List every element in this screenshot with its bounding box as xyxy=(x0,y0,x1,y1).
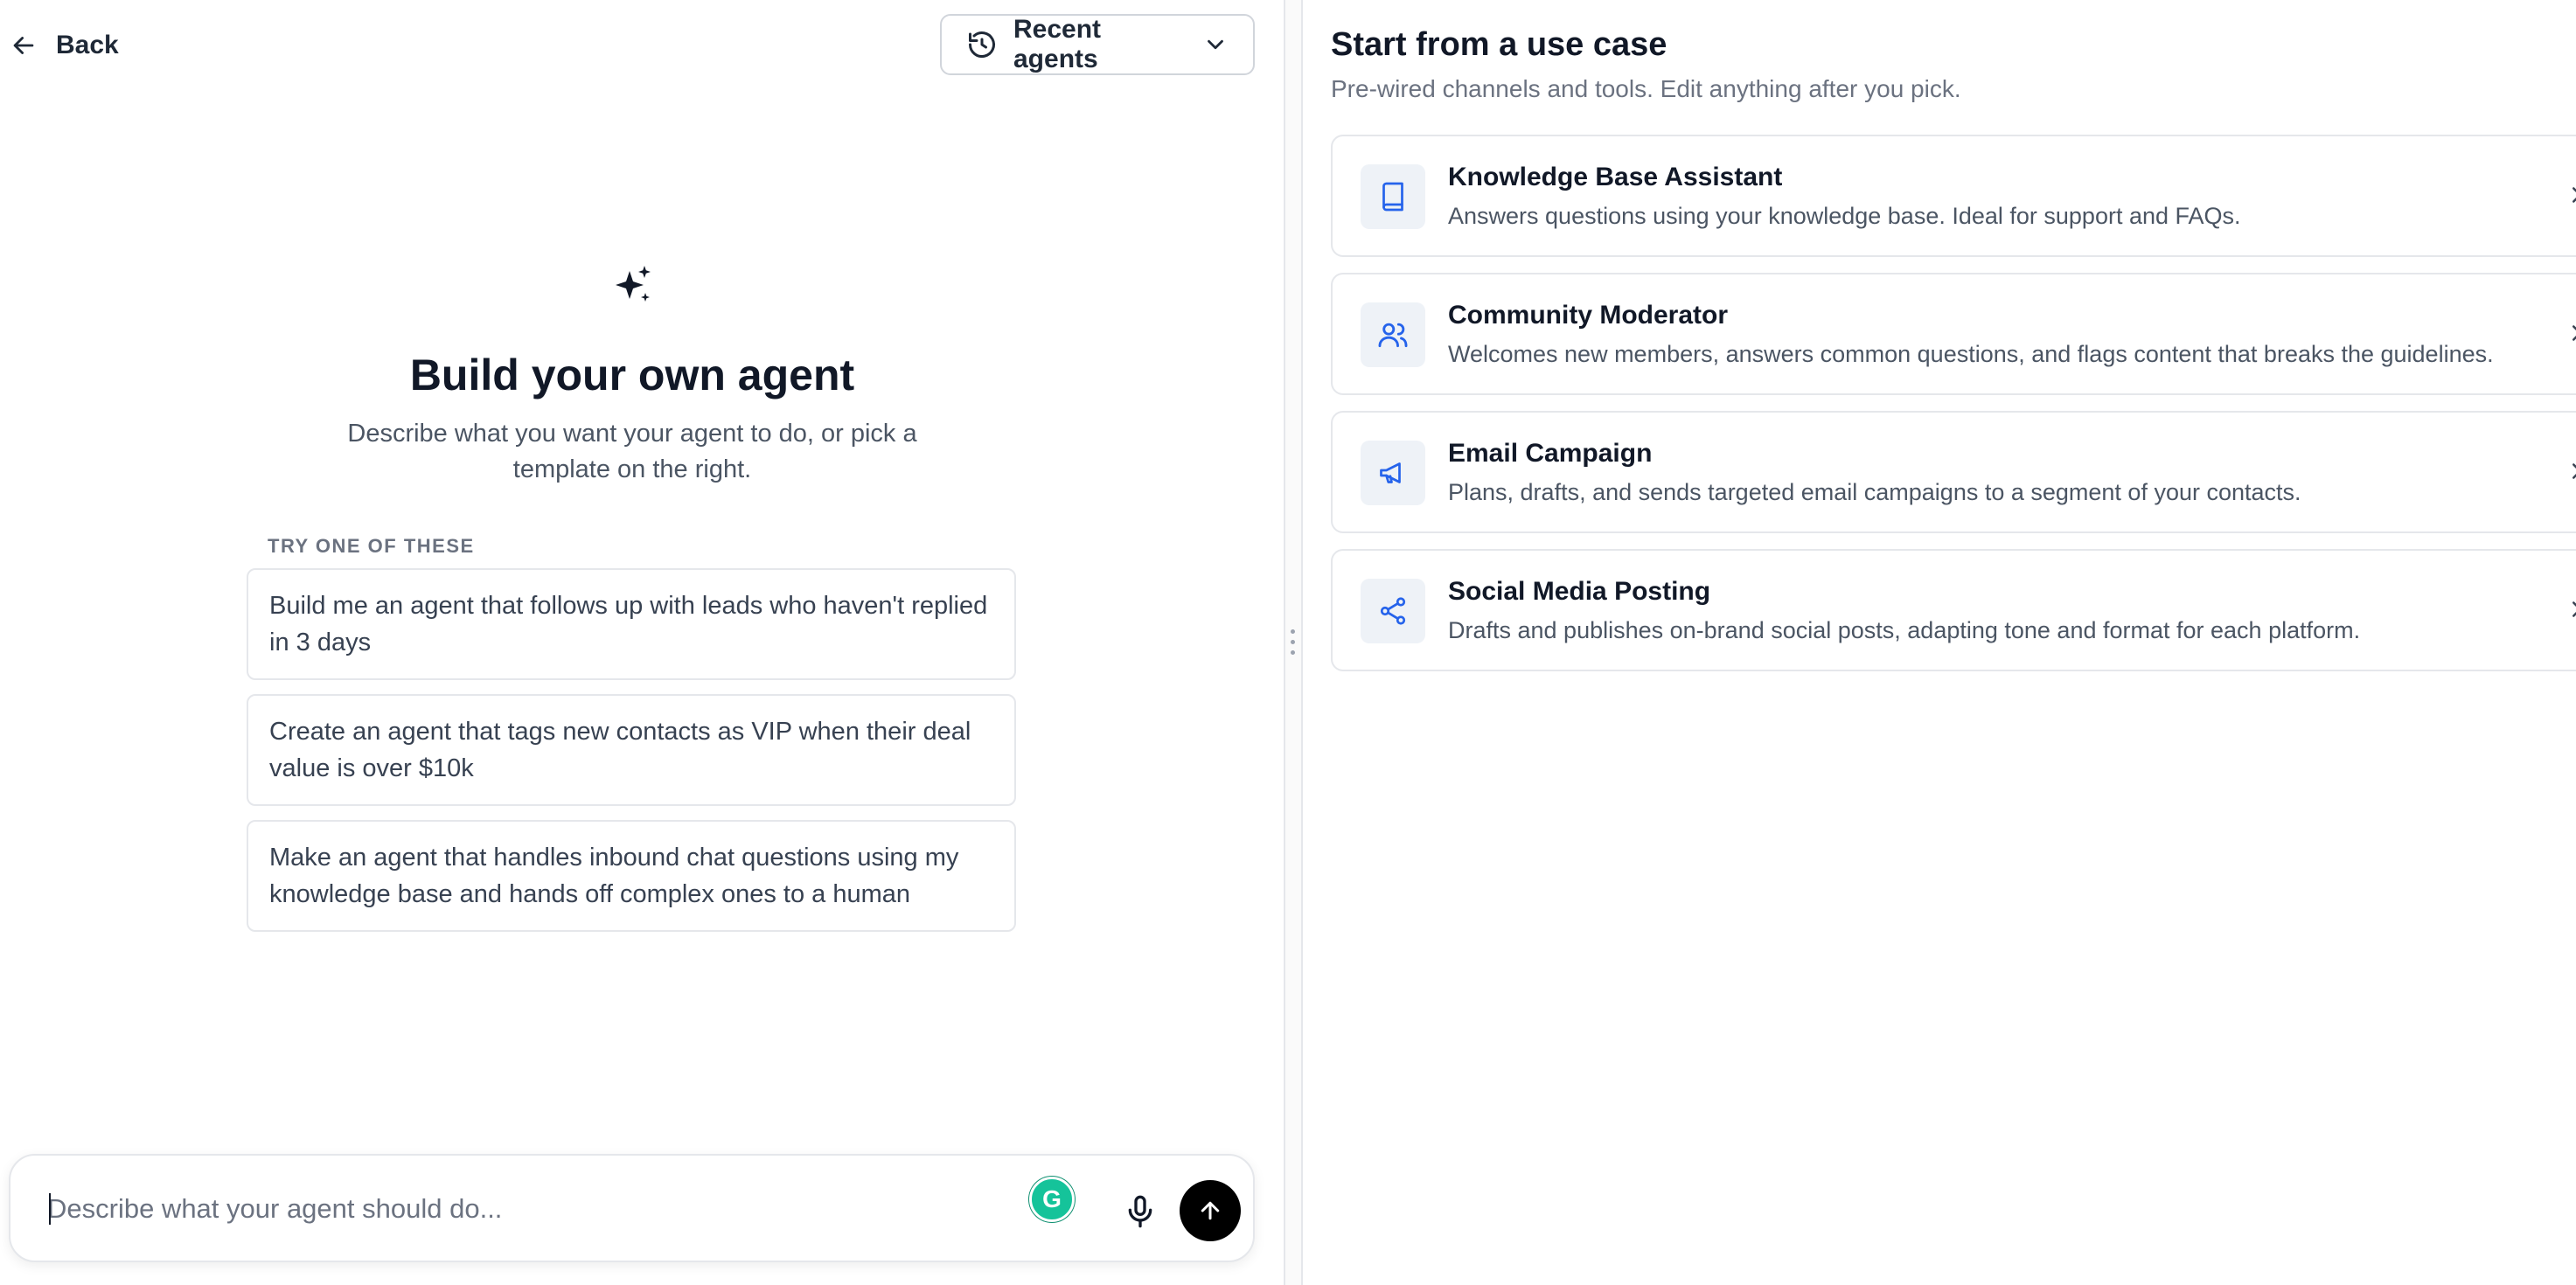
use-case-description: Plans, drafts, and sends targeted email … xyxy=(1448,479,2301,505)
chevron-right-icon xyxy=(2573,601,2576,617)
back-button[interactable]: Back xyxy=(9,24,119,66)
prompt-composer: G xyxy=(9,1154,1255,1262)
app-window: Back Recent agents Build your own agent … xyxy=(0,0,2576,1285)
arrow-left-icon xyxy=(13,37,34,54)
use-case-icon-box xyxy=(1361,164,1425,229)
page-title: Build your own agent xyxy=(409,351,855,399)
suggestion-card[interactable]: Make an agent that handles inbound chat … xyxy=(247,820,1016,932)
agent-description-input[interactable] xyxy=(45,1182,1002,1236)
use-case-title: Start from a use case xyxy=(1331,26,1667,63)
use-case-name: Email Campaign xyxy=(1448,439,1653,468)
grammarly-icon[interactable]: G xyxy=(1029,1177,1075,1222)
text-caret xyxy=(49,1193,51,1225)
suggestions-label: TRY ONE OF THESE xyxy=(268,535,475,557)
use-case-card-social-media[interactable]: Social Media Posting Drafts and publishe… xyxy=(1331,549,2576,671)
use-case-icon-box xyxy=(1361,441,1425,505)
chevron-right-icon xyxy=(2573,463,2576,479)
use-case-name: Knowledge Base Assistant xyxy=(1448,163,1783,191)
share-icon xyxy=(1380,597,1406,625)
chevron-down-icon xyxy=(1208,39,1223,50)
use-case-description: Answers questions using your knowledge b… xyxy=(1448,203,2241,229)
resize-grip-icon[interactable] xyxy=(1291,629,1296,661)
suggestion-card[interactable]: Create an agent that tags new contacts a… xyxy=(247,694,1016,806)
use-case-icon-box xyxy=(1361,302,1425,367)
users-icon xyxy=(1378,323,1408,348)
book-icon xyxy=(1382,182,1403,212)
use-case-card-knowledge-base[interactable]: Knowledge Base Assistant Answers questio… xyxy=(1331,135,2576,257)
use-case-card-community-moderator[interactable]: Community Moderator Welcomes new members… xyxy=(1331,273,2576,395)
use-case-icon-box xyxy=(1361,579,1425,643)
chevron-right-icon xyxy=(2573,325,2576,341)
use-case-description: Welcomes new members, answers common que… xyxy=(1448,341,2494,367)
recent-agents-dropdown[interactable]: Recent agents xyxy=(940,14,1255,75)
recent-agents-label: Recent agents xyxy=(1013,15,1102,73)
arrow-up-icon xyxy=(1201,1201,1220,1220)
use-case-name: Social Media Posting xyxy=(1448,577,1711,606)
history-icon xyxy=(969,31,995,59)
send-button[interactable] xyxy=(1180,1180,1241,1241)
use-case-pane: Start from a use case Pre-wired channels… xyxy=(1303,0,2576,1285)
sparkle-icon xyxy=(616,266,651,302)
agent-builder-pane: Back Recent agents Build your own agent … xyxy=(0,0,1284,1285)
use-case-card-email-campaign[interactable]: Email Campaign Plans, drafts, and sends … xyxy=(1331,411,2576,533)
back-label: Back xyxy=(56,31,119,59)
use-case-subtitle: Pre-wired channels and tools. Edit anyth… xyxy=(1331,75,1961,102)
use-case-description: Drafts and publishes on-brand social pos… xyxy=(1448,617,2361,643)
suggestion-card[interactable]: Build me an agent that follows up with l… xyxy=(247,568,1016,680)
microphone-icon[interactable] xyxy=(1123,1194,1158,1229)
megaphone-icon xyxy=(1380,462,1401,483)
page-subtitle: Describe what you want your agent to do,… xyxy=(347,420,917,483)
use-case-name: Community Moderator xyxy=(1448,301,1729,330)
chevron-right-icon xyxy=(2573,187,2576,203)
